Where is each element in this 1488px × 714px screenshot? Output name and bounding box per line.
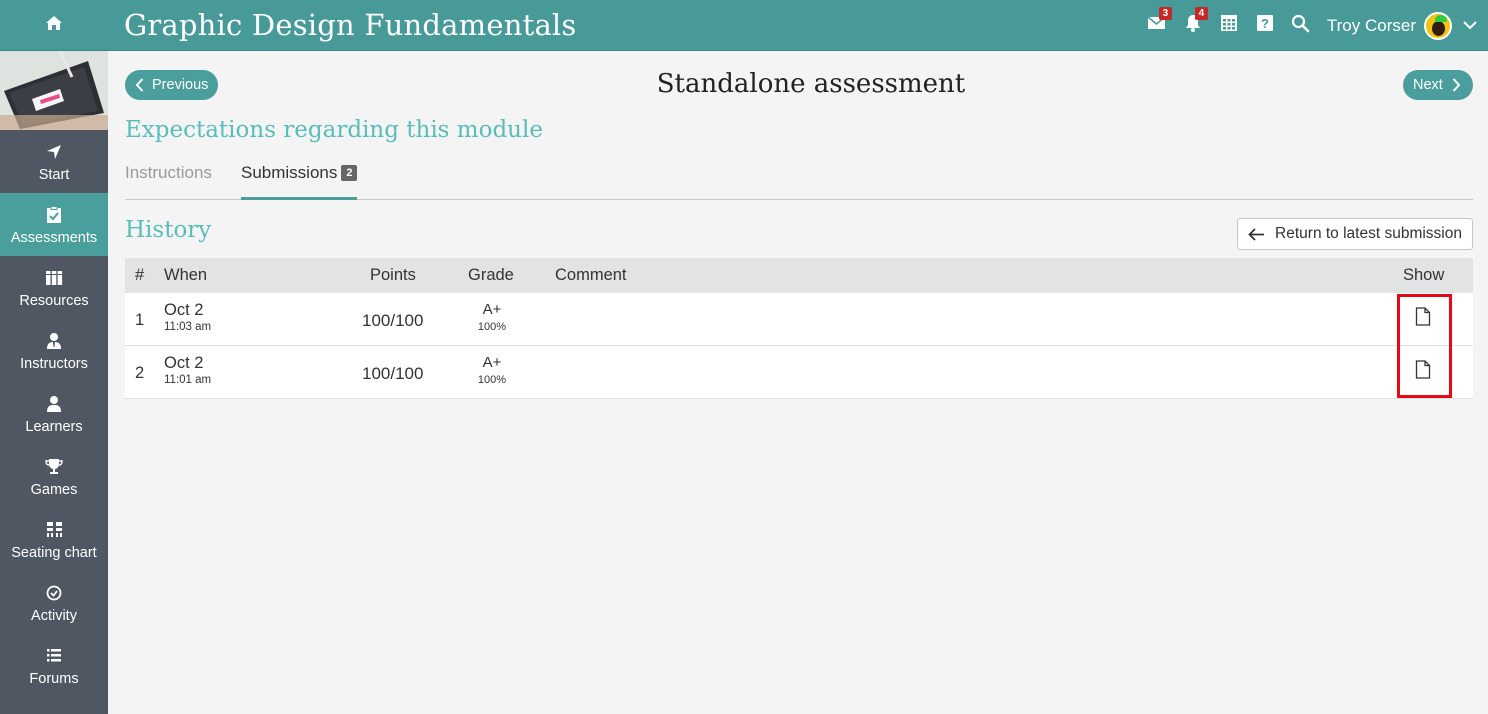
previous-label: Previous <box>152 77 209 93</box>
sidebar-item-instructors[interactable]: Instructors <box>0 319 108 382</box>
show-submission-button[interactable] <box>1413 307 1433 331</box>
sidebar-item-label: Learners <box>25 418 83 435</box>
sidebar-item-start[interactable]: Start <box>0 130 108 193</box>
row-points: 100/100 <box>362 311 424 330</box>
return-to-latest-button[interactable]: Return to latest submission <box>1237 218 1473 250</box>
sidebar-item-label: Instructors <box>20 355 88 372</box>
sidebar-item-seating-chart[interactable]: Seating chart <box>0 508 108 571</box>
sidebar-item-label: Seating chart <box>11 544 97 561</box>
sidebar-item-label: Resources <box>19 292 89 309</box>
sidebar-item-learners[interactable]: Learners <box>0 382 108 445</box>
chevron-right-icon <box>1451 78 1463 92</box>
row-points: 100/100 <box>362 364 424 383</box>
header-comment: Comment <box>555 266 627 284</box>
sidebar-item-label: Start <box>38 166 70 183</box>
row-date: Oct 2 <box>164 354 204 372</box>
trophy-icon <box>45 456 63 478</box>
main-content: Standalone assessment Previous Next Expe… <box>125 51 1473 714</box>
mail-badge: 3 <box>1158 7 1172 20</box>
next-label: Next <box>1413 77 1443 93</box>
history-heading: History <box>125 217 212 243</box>
table-header: # When Points Grade Comment Show <box>125 258 1473 293</box>
row-grade-letter: A+ <box>482 354 502 371</box>
calendar-icon <box>1220 14 1238 37</box>
tab-label: Submissions <box>241 163 338 182</box>
course-thumbnail[interactable] <box>0 51 108 130</box>
arrow-left-icon <box>1248 227 1265 241</box>
instructor-icon <box>46 330 62 352</box>
avatar[interactable] <box>1424 11 1452 40</box>
help-button[interactable]: ? <box>1247 0 1283 51</box>
table-row: 2 Oct 2 11:01 am 100/100 A+ 100% <box>125 346 1473 399</box>
row-grade: A+ 100% <box>467 354 517 386</box>
next-button[interactable]: Next <box>1403 70 1473 100</box>
sidebar: Start Assessments Resources Instructors … <box>0 51 108 714</box>
row-grade-percent: 100% <box>477 321 507 333</box>
sidebar-item-assessments[interactable]: Assessments <box>0 193 108 256</box>
header-num: # <box>135 266 145 284</box>
user-name[interactable]: Troy Corser <box>1327 16 1416 36</box>
sidebar-item-resources[interactable]: Resources <box>0 256 108 319</box>
tab-bar: Instructions Submissions 2 <box>125 159 1473 200</box>
sidebar-item-label: Forums <box>29 670 79 687</box>
calendar-button[interactable] <box>1211 0 1247 51</box>
row-time: 11:01 am <box>164 374 212 386</box>
user-icon <box>46 393 62 415</box>
table-row: 1 Oct 2 11:03 am 100/100 A+ 100% <box>125 293 1473 346</box>
books-icon <box>45 267 63 289</box>
header-grade: Grade <box>468 266 514 284</box>
seating-chart-icon <box>46 519 63 541</box>
document-icon <box>1415 307 1431 331</box>
document-icon <box>1415 360 1431 384</box>
list-icon <box>46 645 62 667</box>
return-button-label: Return to latest submission <box>1275 225 1462 242</box>
checklist-icon <box>46 204 62 226</box>
tab-label: Instructions <box>125 163 212 182</box>
sidebar-item-activity[interactable]: Activity <box>0 571 108 634</box>
page-title: Standalone assessment <box>656 69 966 99</box>
row-grade-letter: A+ <box>482 301 502 318</box>
row-number: 2 <box>135 364 145 382</box>
notifications-badge: 4 <box>1194 7 1208 20</box>
home-icon <box>45 15 63 36</box>
sidebar-item-label: Games <box>30 481 78 498</box>
row-grade-percent: 100% <box>477 374 507 386</box>
svg-text:?: ? <box>1261 16 1269 31</box>
module-heading: Expectations regarding this module <box>125 117 543 143</box>
header-points: Points <box>370 266 416 284</box>
sidebar-item-games[interactable]: Games <box>0 445 108 508</box>
search-button[interactable] <box>1283 0 1319 51</box>
sidebar-item-forums[interactable]: Forums <box>0 634 108 697</box>
header-when: When <box>164 266 208 284</box>
messages-button[interactable]: 3 <box>1139 0 1175 51</box>
submissions-count-badge: 2 <box>341 165 358 181</box>
user-menu-toggle[interactable] <box>1452 0 1488 51</box>
help-icon: ? <box>1256 14 1274 37</box>
sidebar-item-label: Assessments <box>10 229 98 246</box>
location-arrow-icon <box>46 141 62 163</box>
chevron-down-icon <box>1463 17 1477 35</box>
app-title: Graphic Design Fundamentals <box>124 8 577 42</box>
row-when: Oct 2 11:01 am <box>164 354 211 386</box>
home-button[interactable] <box>0 0 108 51</box>
sidebar-item-label: Activity <box>31 607 77 624</box>
chevron-left-icon <box>135 78 144 92</box>
tab-instructions[interactable]: Instructions <box>125 163 212 199</box>
header-show: Show <box>1403 266 1445 284</box>
previous-button[interactable]: Previous <box>125 70 218 100</box>
clock-icon <box>46 582 62 604</box>
search-icon <box>1291 14 1310 38</box>
row-grade: A+ 100% <box>467 301 517 333</box>
notifications-button[interactable]: 4 <box>1175 0 1211 51</box>
show-submission-button[interactable] <box>1413 360 1433 384</box>
row-time: 11:03 am <box>164 321 212 333</box>
row-date: Oct 2 <box>164 301 204 319</box>
tab-submissions[interactable]: Submissions 2 <box>241 163 358 200</box>
top-bar: Graphic Design Fundamentals 3 4 ? Troy C… <box>0 0 1488 51</box>
row-number: 1 <box>135 311 145 329</box>
row-when: Oct 2 11:03 am <box>164 301 211 333</box>
history-table: # When Points Grade Comment Show 1 Oct 2… <box>125 258 1473 399</box>
